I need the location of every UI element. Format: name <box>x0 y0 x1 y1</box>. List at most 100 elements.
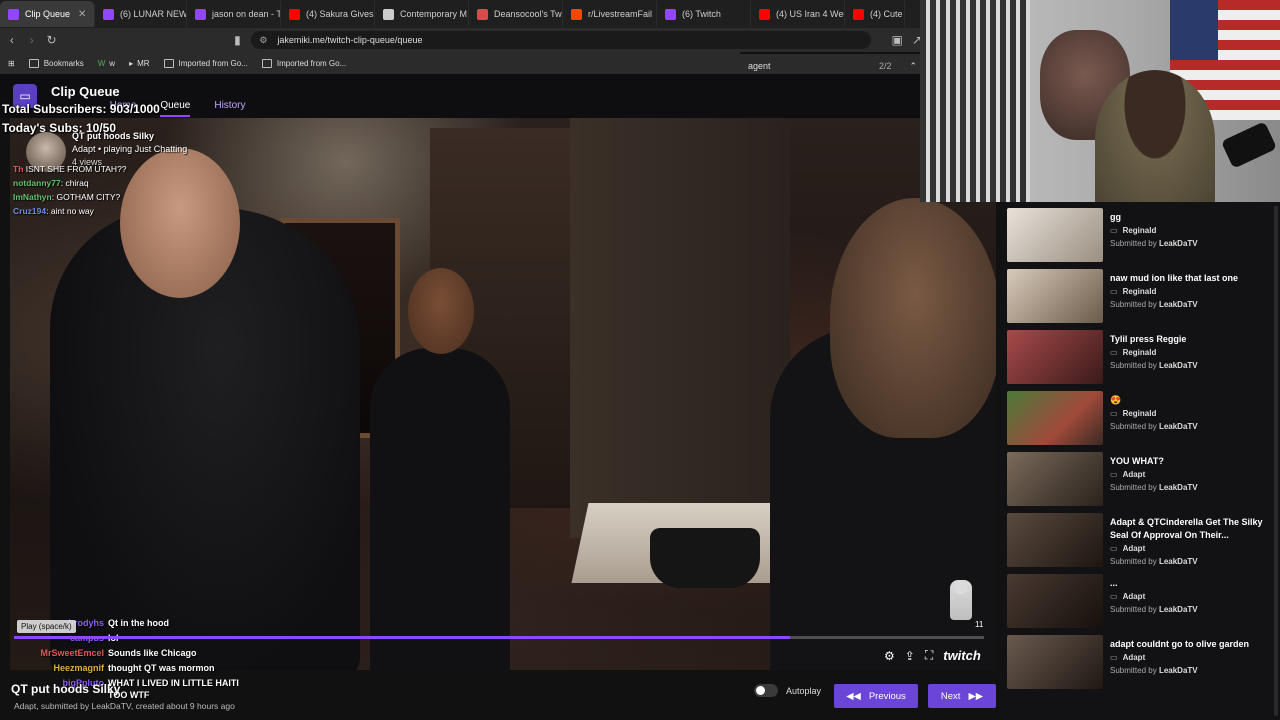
queue-item-submitter: Submitted by LeakDaTV <box>1110 605 1198 614</box>
bookmark-folder[interactable]: Imported from Go... <box>163 58 248 68</box>
queue-item-channel: ▭ Reginald <box>1110 348 1156 357</box>
submitter-name: LeakDaTV <box>1158 605 1198 614</box>
nav-history[interactable]: History <box>214 96 245 117</box>
chat-text: chiraq <box>65 178 89 188</box>
nav-queue[interactable]: Queue <box>160 96 191 117</box>
back-icon[interactable]: ‹ <box>4 33 20 47</box>
forward-icon[interactable]: › <box>24 33 40 47</box>
queue-thumbnail[interactable] <box>1007 513 1103 567</box>
submitter-name: LeakDaTV <box>1158 300 1198 309</box>
clip-title: QT put hoods Silky <box>11 682 121 696</box>
twitch-logo[interactable]: twitch <box>943 648 981 663</box>
twitch-icon <box>103 8 114 20</box>
queue-thumbnail[interactable] <box>1007 391 1103 445</box>
play-tooltip: Play (space/k) <box>17 620 76 633</box>
folder-icon <box>163 58 174 68</box>
queue-item-submitter: Submitted by LeakDaTV <box>1110 361 1198 370</box>
tab-label: Contemporary M <box>400 9 468 19</box>
bookmark-label: Bookmarks <box>43 58 84 68</box>
autoplay-label: Autoplay <box>786 685 822 696</box>
tab-clip-queue[interactable]: Clip Queue ✕ <box>0 1 95 27</box>
queue-item-channel: ▭ Adapt <box>1110 544 1145 553</box>
bookmark-icon: ▸ <box>129 58 134 68</box>
previous-button[interactable]: ◀◀ Previous <box>834 684 918 708</box>
address-bar: ‹ › ↻ ▮ ⚙ jakemiki.me/twitch-clip-queue/… <box>0 28 925 52</box>
url-field[interactable]: ⚙ jakemiki.me/twitch-clip-queue/queue <box>251 31 872 49</box>
video-person-head <box>408 268 474 354</box>
next-button[interactable]: Next ▶▶ <box>928 684 996 708</box>
chef-emote-icon <box>950 580 972 620</box>
tab[interactable]: Contemporary M <box>375 1 469 27</box>
queue-thumbnail[interactable] <box>1007 635 1103 689</box>
chat-message: ImNathyn: GOTHAM CITY? <box>13 192 121 202</box>
clip-submeta: Adapt, submitted by LeakDaTV, created ab… <box>14 701 235 711</box>
folder-icon <box>261 58 272 68</box>
bookmark-item[interactable]: Ww <box>98 59 115 68</box>
reddit-icon <box>571 8 582 20</box>
queue-thumbnail[interactable] <box>1007 574 1103 628</box>
queue-item[interactable]: Tylil press Reggie ▭ Reginald Submitted b… <box>1007 327 1277 385</box>
find-input[interactable]: agent <box>748 61 771 71</box>
bookmark-label: Imported from Go... <box>178 58 248 68</box>
tab-label: (6) Twitch <box>682 9 721 19</box>
reload-icon[interactable]: ↻ <box>44 33 60 47</box>
video-progress-bar[interactable] <box>14 636 984 639</box>
queue-item-submitter: Submitted by LeakDaTV <box>1110 557 1198 566</box>
chat-bubble-icon: ▭ <box>1110 544 1118 553</box>
queue-item-submitter: Submitted by LeakDaTV <box>1110 239 1198 248</box>
find-up-icon[interactable]: ⌃ <box>909 61 917 72</box>
tab[interactable]: (6) LUNAR NEW <box>95 1 187 27</box>
queue-item[interactable]: ... ▭ Adapt Submitted by LeakDaTV <box>1007 571 1277 629</box>
settings-icon[interactable]: ⚙ <box>884 649 895 663</box>
tab[interactable]: (4) Sakura Gives <box>281 1 375 27</box>
tab[interactable]: jason on dean - T <box>187 1 281 27</box>
tab-search-icon[interactable]: ▣ <box>889 33 905 47</box>
queue-item-channel: ▭ Reginald <box>1110 226 1156 235</box>
share-icon[interactable]: ⇪ <box>905 649 915 663</box>
queue-item[interactable]: adapt couldnt go to olive garden ▭ Adapt … <box>1007 632 1277 690</box>
twitch-icon <box>665 8 676 20</box>
clip-overlay-title[interactable]: QT put hoods Silky <box>72 131 272 141</box>
queue-item[interactable]: YOU WHAT? ▭ Adapt Submitted by LeakDaTV <box>1007 449 1277 507</box>
queue-item-channel: ▭ Reginald <box>1110 409 1156 418</box>
queue-item[interactable]: Adapt & QTCinderella Get The Silky Seal … <box>1007 510 1277 568</box>
tab-label: jason on dean - T <box>212 9 281 19</box>
previous-label: Previous <box>868 690 906 702</box>
queue-thumbnail[interactable] <box>1007 208 1103 262</box>
chat-message: notdanny77: chiraq <box>13 178 89 188</box>
queue-thumbnail[interactable] <box>1007 330 1103 384</box>
bookmark-item[interactable]: ▸ MR <box>129 59 149 68</box>
chat-username: Th <box>13 164 24 174</box>
bookmark-item[interactable]: Bookmarks <box>28 58 84 68</box>
tab[interactable]: Deansocool's Tw <box>469 1 563 27</box>
queue-item[interactable]: naw mud ion like that last one ▭ Reginald… <box>1007 266 1277 324</box>
submitter-name: LeakDaTV <box>1158 557 1198 566</box>
subs-total: Total Subscribers: 903/1000 <box>2 102 160 116</box>
tab[interactable]: (6) Twitch <box>657 1 751 27</box>
tab[interactable]: (4) Cute <box>845 1 905 27</box>
submitted-by-label: Submitted by <box>1110 361 1157 370</box>
channel-name: Adapt <box>1122 653 1146 662</box>
queue-thumbnail[interactable] <box>1007 269 1103 323</box>
bookmark-page-icon[interactable]: ▮ <box>229 33 245 47</box>
chat-bubble-icon: ▭ <box>1110 470 1118 479</box>
queue-item[interactable]: 😍 ▭ Reginald Submitted by LeakDaTV <box>1007 388 1277 446</box>
channel-name: Reginald <box>1122 409 1157 418</box>
youtube-icon <box>759 8 770 20</box>
tab[interactable]: (4) US Iran 4 Wee <box>751 1 845 27</box>
site-info-icon[interactable]: ⚙ <box>259 35 267 46</box>
chat-bubble-icon: ▭ <box>1110 653 1118 662</box>
bookmark-folder[interactable]: Imported from Go... <box>261 58 346 68</box>
apps-icon[interactable]: ⊞ <box>8 59 15 68</box>
autoplay-toggle[interactable] <box>754 684 778 697</box>
tab[interactable]: r/LivestreamFail <box>563 1 657 27</box>
queue-thumbnail[interactable] <box>1007 452 1103 506</box>
fullscreen-icon[interactable]: ⛶ <box>925 648 933 663</box>
autoplay-control[interactable]: Autoplay <box>754 684 821 697</box>
video-player[interactable] <box>10 118 996 670</box>
queue-item[interactable]: gg ▭ Reginald Submitted by LeakDaTV <box>1007 205 1277 263</box>
chat-text: aint no way <box>50 206 94 216</box>
video-scene-wall <box>570 118 790 538</box>
tab-close-icon[interactable]: ✕ <box>78 9 86 20</box>
queue-item-title: adapt couldnt go to olive garden <box>1110 639 1250 649</box>
